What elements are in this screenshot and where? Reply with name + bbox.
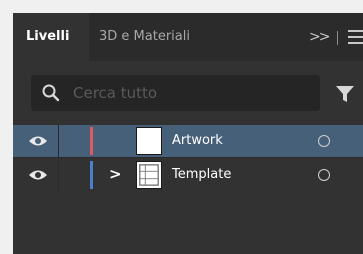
- tab-bar: Livelli 3D e Materiali >>: [13, 13, 363, 61]
- layer-color-bar: [90, 127, 93, 155]
- target-circle-icon[interactable]: [318, 135, 330, 147]
- row-divider: [13, 157, 363, 158]
- search-icon: [42, 84, 60, 102]
- double-chevron-right-icon[interactable]: >>: [309, 13, 331, 61]
- layer-row-template[interactable]: > Template: [13, 159, 363, 191]
- column-divider: [58, 159, 59, 191]
- layers-panel: Livelli 3D e Materiali >> Artwork: [13, 13, 363, 254]
- expand-chevron-icon[interactable]: >: [109, 165, 122, 183]
- tab-livelli[interactable]: Livelli: [13, 13, 89, 61]
- layer-thumbnail: [136, 127, 162, 155]
- search-input[interactable]: [73, 75, 313, 111]
- tab-3d-materiali[interactable]: 3D e Materiali: [99, 13, 190, 61]
- eye-icon[interactable]: [28, 134, 48, 148]
- hamburger-menu-icon[interactable]: [348, 30, 363, 44]
- layer-thumbnail: [136, 161, 162, 189]
- target-circle-icon[interactable]: [318, 169, 330, 181]
- layer-name[interactable]: Artwork: [172, 125, 223, 157]
- layer-name[interactable]: Template: [172, 159, 231, 191]
- column-divider: [58, 125, 59, 157]
- layer-color-bar: [90, 161, 93, 189]
- layer-row-artwork[interactable]: Artwork: [13, 125, 363, 157]
- tab-divider: [337, 31, 338, 45]
- filter-icon[interactable]: [335, 84, 355, 104]
- eye-icon[interactable]: [28, 168, 48, 182]
- search-box: [31, 75, 320, 111]
